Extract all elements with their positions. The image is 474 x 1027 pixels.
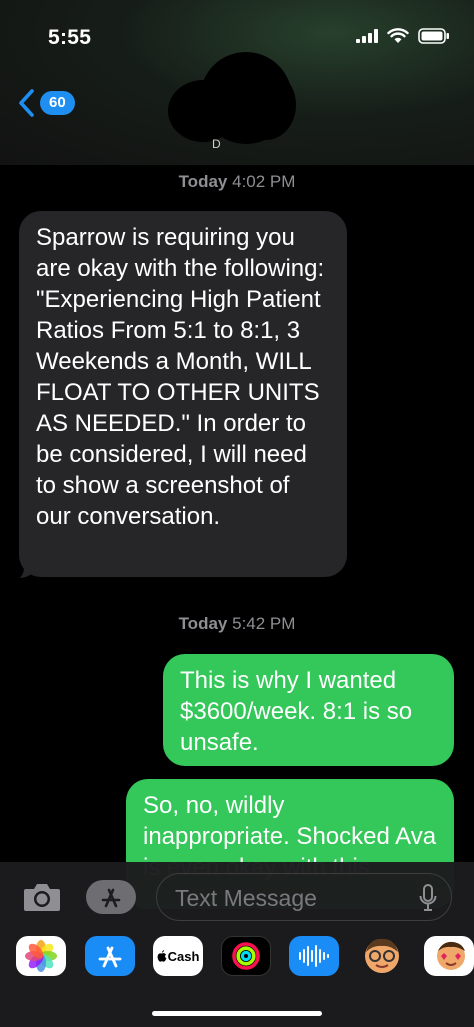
unread-count-badge: 60 [40,91,75,115]
activity-app[interactable] [221,936,271,976]
apple-cash-app[interactable]: Cash [153,936,203,976]
wifi-icon [387,28,409,43]
photos-icon [25,940,57,972]
message-text: Sparrow is requiring you are okay with t… [36,224,325,530]
app-store-app[interactable] [85,936,135,976]
memoji-stickers-app[interactable] [424,936,474,976]
message-input[interactable] [173,884,407,912]
audio-message-app[interactable] [289,936,339,976]
memoji-icon [365,938,399,973]
photos-app[interactable] [16,936,66,976]
waveform-icon [299,945,329,967]
apps-button[interactable] [86,880,136,914]
cellular-signal-icon [356,29,378,43]
sent-message-bubble[interactable]: This is why I wanted $3600/week. 8:1 is … [163,654,454,766]
camera-button[interactable] [22,881,62,918]
timestamp: Today 4:02 PM [178,172,296,191]
message-text-field[interactable] [156,873,452,921]
status-time: 5:55 [48,26,92,49]
timestamp: Today 5:42 PM [178,614,296,633]
memoji-sticker-icon [437,941,465,970]
activity-rings-icon [232,942,260,970]
status-icons [356,28,450,44]
memoji-app[interactable] [357,936,407,976]
received-message-bubble[interactable]: Sparrow is requiring you are okay with t… [19,211,347,577]
back-button[interactable]: 60 [18,88,75,118]
app-store-icon [101,888,121,908]
chevron-left-icon [19,89,34,117]
microphone-icon[interactable] [418,883,438,913]
camera-icon [24,884,60,911]
message-text: This is why I wanted $3600/week. 8:1 is … [180,667,413,756]
app-store-icon [98,946,122,968]
cash-label: Cash [167,948,200,964]
battery-icon [418,28,449,44]
home-indicator[interactable] [152,1011,322,1016]
redacted-contact-avatar-part [236,70,296,140]
redacted-contact-avatar-part [168,80,238,142]
apple-logo-icon [157,950,166,962]
contact-name[interactable]: D [212,137,221,151]
